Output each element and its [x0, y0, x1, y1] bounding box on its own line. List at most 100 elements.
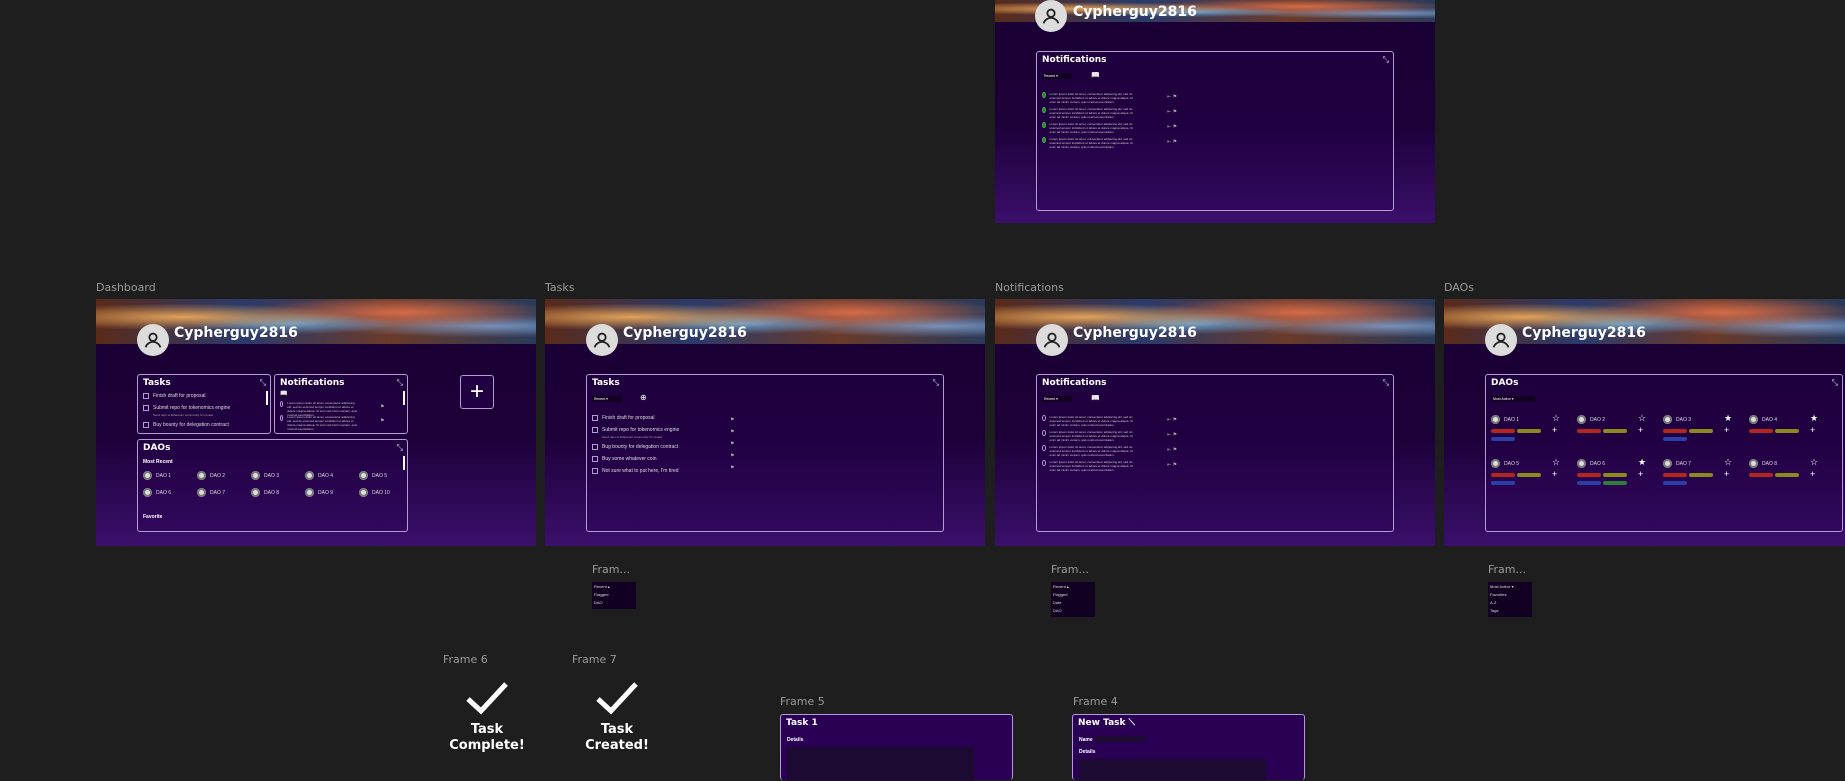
sort-dropdown[interactable]: Recent ▾ — [1042, 73, 1072, 79]
scrollbar[interactable] — [403, 391, 405, 405]
notification-row[interactable]: Lorem ipsum dolor sit amet, consectetur … — [1042, 137, 1137, 149]
menu-item[interactable]: Favorites — [1490, 592, 1530, 600]
dao-item[interactable]: DAO 1 — [1491, 415, 1519, 424]
scrollbar[interactable] — [403, 456, 405, 470]
edit-icon[interactable]: ⟍ — [1129, 718, 1135, 728]
expand-icon[interactable]: ⤡ — [260, 378, 266, 388]
add-task-icon[interactable]: ⊕ — [640, 393, 647, 402]
book-icon[interactable]: 📖 — [1091, 71, 1100, 79]
star-icon[interactable]: ☆ — [1552, 457, 1560, 468]
add-tag-icon[interactable]: + — [1810, 469, 1815, 479]
dao-item[interactable]: DAO 8 — [251, 488, 279, 497]
dao-item[interactable]: DAO 4 — [1749, 415, 1777, 424]
dao-item[interactable]: DAO 2 — [1577, 415, 1605, 424]
notification-row[interactable]: Lorem ipsum dolor sit amet, consectetur … — [1042, 430, 1137, 442]
add-tag-icon[interactable]: + — [1552, 469, 1557, 479]
expand-icon[interactable]: ⤡ — [933, 378, 939, 388]
dao-item[interactable]: DAO 7 — [1663, 459, 1691, 468]
star-icon[interactable]: ☆ — [1810, 457, 1818, 468]
checkbox[interactable] — [592, 415, 598, 421]
add-tag-icon[interactable]: + — [1724, 425, 1729, 435]
checkbox[interactable] — [143, 422, 149, 428]
expand-icon[interactable]: ⤡ — [1832, 378, 1838, 388]
avatar[interactable] — [137, 324, 169, 356]
task-item[interactable]: Buy some whatever coin — [592, 456, 656, 462]
expand-icon[interactable]: ⤡ — [1383, 55, 1389, 65]
menu-item[interactable]: A-Z — [1490, 600, 1530, 608]
dao-item[interactable]: DAO 5 — [1491, 459, 1519, 468]
details-textarea[interactable] — [1079, 759, 1266, 781]
add-tag-icon[interactable]: + — [1810, 425, 1815, 435]
add-tag-icon[interactable]: + — [1638, 469, 1643, 479]
dao-item[interactable]: DAO 6 — [143, 488, 171, 497]
task-item[interactable]: Finish draft for proposal — [143, 393, 206, 399]
notification-row[interactable]: Lorem ipsum dolor sit amet, consectetur … — [1042, 122, 1137, 134]
menu-item[interactable]: Recent ▴ — [1053, 584, 1093, 592]
star-filled-icon[interactable]: ★ — [1810, 413, 1818, 424]
task-item[interactable]: Finish draft for proposal — [592, 415, 655, 421]
star-filled-icon[interactable]: ★ — [1638, 457, 1646, 468]
star-icon[interactable]: ☆ — [1552, 413, 1560, 424]
flag-icon[interactable]: ⚑ ⚑ — [380, 400, 384, 428]
add-tag-icon[interactable]: + — [1638, 425, 1643, 435]
menu-item[interactable]: DAO — [1053, 608, 1093, 616]
menu-item[interactable]: Date — [1053, 600, 1093, 608]
dao-item[interactable]: DAO 5 — [359, 471, 387, 480]
menu-item[interactable]: Flagged — [1053, 592, 1093, 600]
notification-row[interactable]: Lorem ipsum dolor sit amet, consectetur … — [1042, 92, 1137, 104]
book-icon[interactable]: 📖 — [1091, 394, 1100, 402]
name-input[interactable] — [1095, 736, 1145, 742]
notification-row[interactable]: Lorem ipsum dolor sit amet, consectetur … — [280, 415, 360, 431]
menu-item[interactable]: Most Active ▾ — [1490, 584, 1530, 592]
dao-item[interactable]: DAO 8 — [1749, 459, 1777, 468]
avatar[interactable] — [1035, 0, 1067, 32]
scrollbar[interactable] — [266, 391, 268, 405]
dao-item[interactable]: DAO 3 — [251, 471, 279, 480]
star-icon[interactable]: ☆ — [1638, 413, 1646, 424]
star-filled-icon[interactable]: ★ — [1724, 413, 1732, 424]
menu-item[interactable]: DAO — [594, 600, 634, 608]
expand-icon[interactable]: ⤡ — [397, 443, 403, 453]
checkbox[interactable] — [592, 427, 598, 433]
avatar[interactable] — [1036, 324, 1068, 356]
add-tag-icon[interactable]: + — [1724, 469, 1729, 479]
dao-item[interactable]: DAO 4 — [305, 471, 333, 480]
task-item[interactable]: Buy bounty for delegation contract — [143, 422, 229, 428]
flag-icon[interactable]: ⚑ ⚑ ⚑ ⚑ ⚑ — [730, 414, 734, 474]
notification-row[interactable]: Lorem ipsum dolor sit amet, consectetur … — [1042, 415, 1137, 427]
checkbox[interactable] — [592, 444, 598, 450]
details-textarea[interactable] — [787, 747, 974, 781]
expand-icon[interactable]: ⤡ — [1383, 378, 1389, 388]
task-item[interactable]: Submit repo for tokenomics engine — [143, 405, 230, 411]
checkbox[interactable] — [592, 456, 598, 462]
expand-icon[interactable]: ⤡ — [397, 378, 403, 388]
action-icons[interactable]: ⇤ ⚑ ⇤ ⚑ ⇤ ⚑ ⇤ ⚑ — [1167, 413, 1177, 473]
sort-dropdown[interactable]: Recent ▾ — [592, 396, 622, 402]
star-icon[interactable]: ☆ — [1724, 457, 1732, 468]
menu-item[interactable]: Recent ▴ — [594, 584, 634, 592]
book-icon[interactable]: 📖 — [280, 390, 287, 397]
sort-dropdown[interactable]: Most Active ▾ — [1491, 396, 1535, 402]
avatar[interactable] — [586, 324, 618, 356]
checkbox[interactable] — [143, 393, 149, 399]
action-icons[interactable]: ⇤ ⚑ ⇤ ⚑ ⇤ ⚑ ⇤ ⚑ — [1167, 90, 1177, 150]
dao-item[interactable]: DAO 3 — [1663, 415, 1691, 424]
add-button[interactable]: + — [460, 375, 494, 409]
dao-item[interactable]: DAO 9 — [305, 488, 333, 497]
avatar[interactable] — [1485, 324, 1517, 356]
notification-row[interactable]: Lorem ipsum dolor sit amet, consectetur … — [1042, 107, 1137, 119]
notification-row[interactable]: Lorem ipsum dolor sit amet, consectetur … — [1042, 445, 1137, 457]
task-item[interactable]: Bug bounty for delegation contract — [592, 444, 678, 450]
dao-item[interactable]: DAO 6 — [1577, 459, 1605, 468]
menu-item[interactable]: Flagged — [594, 592, 634, 600]
dao-item[interactable]: DAO 10 — [359, 488, 390, 497]
task-item[interactable]: Not sure what to put here, I'm tired — [592, 468, 679, 474]
notification-row[interactable]: Lorem ipsum dolor sit amet, consectetur … — [1042, 460, 1137, 472]
checkbox[interactable] — [143, 405, 149, 411]
add-tag-icon[interactable]: + — [1552, 425, 1557, 435]
dao-item[interactable]: DAO 2 — [197, 471, 225, 480]
checkbox[interactable] — [592, 468, 598, 474]
task-item[interactable]: Submit repo for tokenomics engine — [592, 427, 679, 433]
menu-item[interactable]: Tags — [1490, 608, 1530, 616]
dao-item[interactable]: DAO 1 — [143, 471, 171, 480]
